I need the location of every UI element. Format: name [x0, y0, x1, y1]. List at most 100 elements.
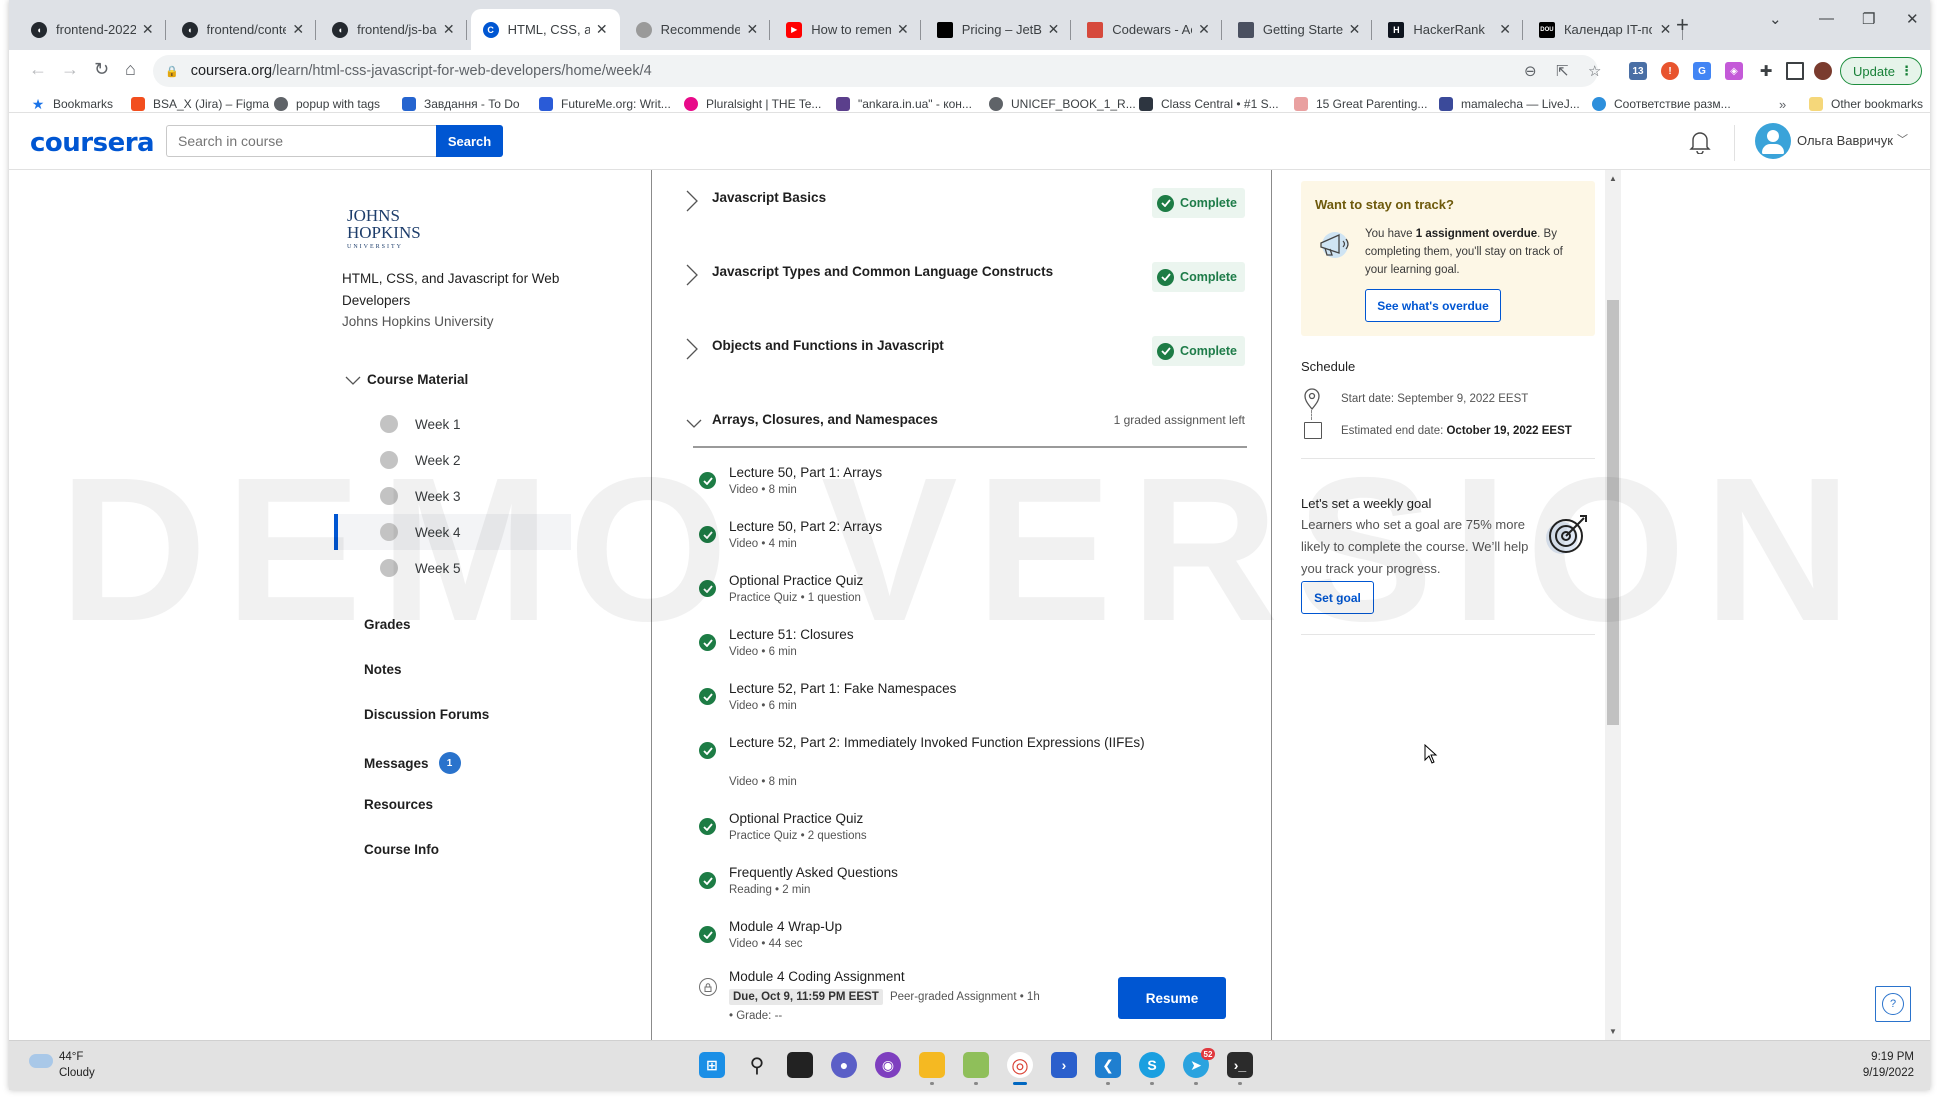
bookmark-item[interactable]: Class Central • #1 S...: [1139, 97, 1279, 111]
sidebar-link-resources[interactable]: Resources: [364, 797, 433, 812]
lesson-name[interactable]: Lecture 51: Closures: [729, 624, 1149, 646]
taskbar-search-icon[interactable]: ⚲: [744, 1052, 770, 1078]
lesson-name[interactable]: Optional Practice Quiz: [729, 808, 1149, 830]
sidebar-week-4[interactable]: Week 4: [334, 514, 571, 550]
extension-alert-icon[interactable]: !: [1661, 62, 1679, 80]
chevron-right-icon[interactable]: [685, 264, 699, 286]
sidebar-link-notes[interactable]: Notes: [364, 662, 402, 677]
see-overdue-button[interactable]: See what's overdue: [1365, 289, 1501, 322]
tab-search-icon[interactable]: ⌄: [1769, 10, 1782, 28]
close-tab-icon[interactable]: ✕: [1343, 21, 1361, 38]
zoom-icon[interactable]: ⊖: [1524, 62, 1537, 80]
module-title[interactable]: Objects and Functions in Javascript: [712, 338, 944, 353]
sidebar-link-course-info[interactable]: Course Info: [364, 842, 439, 857]
module-title[interactable]: Javascript Types and Common Language Con…: [712, 264, 1053, 279]
chevron-right-icon[interactable]: [685, 190, 699, 212]
bookmark-item[interactable]: Соответствие разм...: [1592, 97, 1731, 111]
taskbar-skype-icon[interactable]: S: [1139, 1052, 1165, 1085]
chevron-right-icon[interactable]: [685, 338, 699, 360]
close-tab-icon[interactable]: ✕: [1192, 21, 1210, 38]
lesson-name[interactable]: Module 4 Wrap-Up: [729, 916, 1149, 938]
close-tab-icon[interactable]: ✕: [891, 21, 909, 38]
sidebar-week-5[interactable]: Week 5: [338, 550, 571, 586]
close-window-icon[interactable]: ✕: [1906, 10, 1919, 28]
notification-bell-icon[interactable]: [1689, 130, 1711, 154]
bookmark-item[interactable]: 15 Great Parenting...: [1294, 97, 1427, 111]
set-goal-button[interactable]: Set goal: [1301, 581, 1374, 614]
help-button[interactable]: ?: [1875, 986, 1911, 1022]
lesson-name[interactable]: Lecture 50, Part 1: Arrays: [729, 462, 1149, 484]
extensions-puzzle-icon[interactable]: ✚: [1757, 62, 1775, 80]
bookmark-item[interactable]: Pluralsight | THE Te...: [684, 97, 821, 111]
taskbar-powershell-icon[interactable]: ›: [1051, 1052, 1077, 1078]
new-tab-button[interactable]: +: [1676, 12, 1689, 38]
scroll-down-arrow-icon[interactable]: ▼: [1609, 1027, 1617, 1036]
bookmark-item[interactable]: UNICEF_BOOK_1_R...: [989, 97, 1136, 111]
coursera-logo[interactable]: coursera: [30, 128, 155, 158]
cloud-icon[interactable]: [29, 1054, 53, 1068]
extension-translate-icon[interactable]: G: [1693, 62, 1711, 80]
other-bookmarks[interactable]: Other bookmarks: [1809, 97, 1923, 111]
extension-calendar-icon[interactable]: 13: [1629, 62, 1647, 80]
sidebar-link-messages[interactable]: Messages 1: [364, 752, 461, 774]
sidebar-link-discussion-forums[interactable]: Discussion Forums: [364, 707, 489, 722]
browser-tab[interactable]: ◖ frontend/conten✕: [170, 9, 317, 50]
sidebar-week-3[interactable]: Week 3: [338, 478, 571, 514]
resume-button[interactable]: Resume: [1118, 977, 1226, 1019]
clock-date[interactable]: 9/19/2022: [1863, 1067, 1914, 1079]
taskbar-chrome-icon[interactable]: ◎: [1007, 1052, 1033, 1085]
back-button[interactable]: ←: [29, 59, 47, 80]
close-tab-icon[interactable]: ✕: [1493, 21, 1511, 38]
course-material-toggle[interactable]: Course Material: [367, 372, 468, 387]
taskbar-terminal-icon[interactable]: ›_: [1227, 1052, 1253, 1085]
extension-colorpick-icon[interactable]: ◈: [1725, 62, 1743, 80]
close-tab-icon[interactable]: ✕: [1042, 21, 1060, 38]
user-avatar[interactable]: [1755, 123, 1791, 159]
module-row[interactable]: Objects and Functions in Javascript Compl…: [685, 335, 1245, 375]
lesson-name[interactable]: Frequently Asked Questions: [729, 862, 1149, 884]
taskbar-telegram-icon[interactable]: ➤ 52: [1183, 1048, 1215, 1085]
module-row[interactable]: Arrays, Closures, and Namespaces 1 graded…: [685, 409, 1245, 449]
taskbar-file-explorer-icon[interactable]: [919, 1052, 945, 1085]
lesson-name[interactable]: Lecture 50, Part 2: Arrays: [729, 516, 1149, 538]
close-tab-icon[interactable]: ✕: [590, 21, 608, 38]
browser-tab[interactable]: Pricing – JetBrai✕: [925, 9, 1072, 50]
side-panel-icon[interactable]: [1786, 62, 1804, 80]
close-tab-icon[interactable]: ✕: [136, 21, 154, 38]
close-tab-icon[interactable]: ✕: [437, 21, 455, 38]
page-scrollbar[interactable]: ▲ ▼: [1605, 170, 1621, 1040]
assignment-name[interactable]: Module 4 Coding Assignment: [729, 966, 1149, 988]
taskbar-chat-icon[interactable]: ●: [831, 1052, 857, 1078]
bookmark-item[interactable]: ★ Bookmarks: [31, 96, 113, 112]
module-row[interactable]: Javascript Types and Common Language Con…: [685, 261, 1245, 301]
search-button[interactable]: Search: [436, 125, 503, 157]
lesson-name[interactable]: Lecture 52, Part 2: Immediately Invoked …: [729, 732, 1149, 754]
bookmark-item[interactable]: popup with tags: [274, 97, 380, 111]
lesson-name[interactable]: Optional Practice Quiz: [729, 570, 1149, 592]
reload-button[interactable]: ↻: [94, 59, 109, 80]
browser-tab[interactable]: Getting Started ✕: [1226, 9, 1373, 50]
module-row[interactable]: Javascript Basics Complete: [685, 187, 1245, 227]
bookmarks-overflow-button[interactable]: »: [1779, 97, 1786, 112]
taskbar-github-desktop-icon[interactable]: ◉: [875, 1052, 901, 1078]
profile-avatar-icon[interactable]: [1814, 62, 1832, 80]
module-title[interactable]: Arrays, Closures, and Namespaces: [712, 412, 938, 427]
taskbar-task-view-icon[interactable]: [787, 1052, 813, 1078]
sidebar-link-grades[interactable]: Grades: [364, 617, 411, 632]
restore-icon[interactable]: ❐: [1862, 10, 1875, 28]
minimize-icon[interactable]: —: [1819, 10, 1834, 27]
home-button[interactable]: ⌂: [125, 59, 136, 80]
browser-tab[interactable]: ▶ How to rememb✕: [774, 9, 921, 50]
bookmark-item[interactable]: "ankara.in.ua" - кон...: [836, 97, 972, 111]
share-icon[interactable]: ⇱: [1556, 62, 1569, 80]
browser-tab[interactable]: Recommended ✕: [624, 9, 771, 50]
taskbar-notepad-plus-icon[interactable]: [963, 1052, 989, 1085]
close-tab-icon[interactable]: ✕: [1654, 21, 1672, 38]
browser-tab[interactable]: Codewars - Achi✕: [1075, 9, 1222, 50]
weather-description[interactable]: Cloudy: [59, 1067, 95, 1079]
browser-tab[interactable]: C HTML, CSS, and✕: [470, 9, 620, 50]
browser-tab[interactable]: ◖ frontend-2022-h✕: [19, 9, 166, 50]
forward-button[interactable]: →: [61, 59, 79, 80]
chevron-down-icon[interactable]: [345, 376, 361, 386]
bookmark-star-icon[interactable]: ☆: [1588, 62, 1601, 80]
